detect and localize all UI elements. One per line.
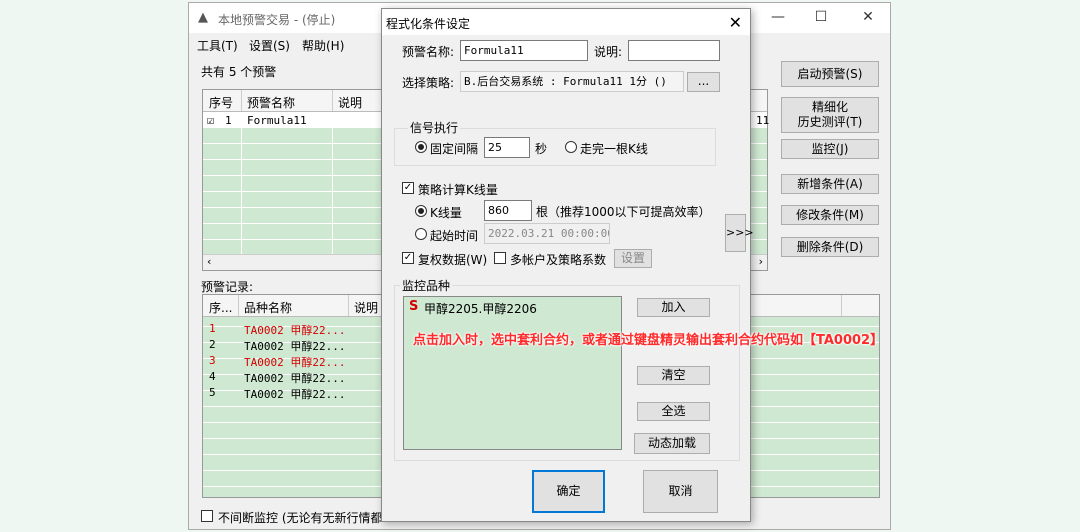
row-clipped-text: 11 <box>756 114 770 127</box>
bar-count-radio[interactable] <box>415 205 427 217</box>
interval-input[interactable]: 25 <box>484 137 530 158</box>
add-symbol-button[interactable]: 加入 <box>637 298 710 317</box>
continuous-monitor-checkbox[interactable] <box>201 510 213 522</box>
record-seq: 5 <box>209 386 216 399</box>
adjust-data-checkbox[interactable]: ✓ <box>402 252 414 264</box>
record-name: TA0002 甲醇22... <box>244 340 346 353</box>
row-seq: 1 <box>225 114 232 127</box>
records-header-seq[interactable]: 序... <box>209 299 232 316</box>
fine-evaluation-button[interactable]: 精细化 历史测评(T) <box>781 97 879 133</box>
alert-name-label: 预警名称: <box>402 45 455 59</box>
strategy-label: 选择策略: <box>402 76 455 90</box>
record-seq: 3 <box>209 354 216 367</box>
description-label: 说明: <box>594 45 623 59</box>
records-header-name[interactable]: 品种名称 <box>244 299 292 316</box>
menu-help[interactable]: 帮助(H) <box>302 37 344 54</box>
close-icon[interactable]: ✕ <box>858 9 878 25</box>
multi-account-checkbox[interactable] <box>494 252 506 264</box>
modify-condition-button[interactable]: 修改条件(M) <box>781 205 879 225</box>
header-seq[interactable]: 序号 <box>209 94 233 111</box>
app-icon: ▲ <box>198 10 208 25</box>
strategy-browse-button[interactable]: ... <box>687 72 720 92</box>
start-time-label: 起始时间 <box>430 229 479 243</box>
finish-bar-radio[interactable] <box>565 141 577 153</box>
monitor-group-label: 监控品种 <box>400 277 453 294</box>
finish-bar-label: 走完一根K线 <box>580 142 648 156</box>
adjust-data-label: 复权数据(W) <box>418 253 488 267</box>
dynamic-load-button[interactable]: 动态加载 <box>634 433 710 454</box>
multi-account-label: 多帐户及策略系数 <box>510 253 607 267</box>
header-desc[interactable]: 说明 <box>338 94 362 111</box>
record-seq: 2 <box>209 338 216 351</box>
table-row[interactable]: 3 TA0002 甲醇22... <box>203 353 403 369</box>
select-all-button[interactable]: 全选 <box>637 402 710 421</box>
record-seq: 1 <box>209 322 216 335</box>
monitor-list[interactable]: S 甲醇2205.甲醇2206 <box>403 296 622 450</box>
clear-button[interactable]: 清空 <box>637 366 710 385</box>
record-name: TA0002 甲醇22... <box>244 388 346 401</box>
dialog-close-icon[interactable]: ✕ <box>729 13 742 32</box>
scroll-left-icon[interactable]: ‹ <box>207 255 211 268</box>
main-title: 本地预警交易 - (停止) <box>218 13 336 27</box>
fine-eval-line2: 历史测评(T) <box>797 115 863 129</box>
scroll-right-icon[interactable]: › <box>759 255 763 268</box>
start-alert-button[interactable]: 启动预警(S) <box>781 61 879 87</box>
expand-button[interactable]: >>> <box>725 214 754 252</box>
start-time-input[interactable]: 2022.03.21 00:00:00 <box>484 223 610 244</box>
settings-button[interactable]: 设置 <box>614 249 652 268</box>
description-input[interactable] <box>628 40 720 61</box>
cancel-button[interactable]: 取消 <box>643 470 718 513</box>
monitor-button[interactable]: 监控(J) <box>781 139 879 159</box>
strategy-bars-checkbox[interactable]: ✓ <box>402 182 414 194</box>
interval-unit: 秒 <box>535 142 548 156</box>
monitor-item[interactable]: 甲醇2205.甲醇2206 <box>424 300 537 317</box>
monitor-item-mark: S <box>409 299 419 314</box>
strategy-bars-label: 策略计算K线量 <box>418 183 498 197</box>
delete-condition-button[interactable]: 删除条件(D) <box>781 237 879 257</box>
tutorial-annotation: 点击加入时，选中套利合约，或者通过键盘精灵输出套利合约代码如【TA0002】 <box>413 333 884 348</box>
signal-group-label: 信号执行 <box>408 119 461 136</box>
record-seq: 4 <box>209 370 216 383</box>
alert-name-input[interactable]: Formula11 <box>460 40 588 61</box>
row-checkbox[interactable]: ☑ <box>207 113 214 127</box>
strategy-field[interactable]: B.后台交易系统 : Formula11 1分 () <box>460 71 684 92</box>
record-name: TA0002 甲醇22... <box>244 356 346 369</box>
add-condition-button[interactable]: 新增条件(A) <box>781 174 879 194</box>
table-row[interactable]: 4 TA0002 甲醇22... <box>203 369 403 385</box>
menu-settings[interactable]: 设置(S) <box>249 37 290 54</box>
records-label: 预警记录: <box>201 280 254 294</box>
row-name: Formula11 <box>247 114 307 127</box>
dialog-titlebar: 程式化条件设定 ✕ <box>382 9 750 35</box>
fixed-interval-radio[interactable] <box>415 141 427 153</box>
menu-tools[interactable]: 工具(T) <box>197 37 238 54</box>
minimize-icon[interactable]: — <box>768 9 788 25</box>
alert-count: 共有 5 个预警 <box>201 65 277 79</box>
fixed-interval-label: 固定间隔 <box>430 142 479 156</box>
start-time-radio[interactable] <box>415 228 427 240</box>
dialog-title: 程式化条件设定 <box>386 17 471 31</box>
continuous-monitor-label: 不间断监控 (无论有无新行情都 <box>218 511 383 525</box>
table-row[interactable]: 1 TA0002 甲醇22... <box>203 321 403 337</box>
fine-eval-line1: 精细化 <box>811 100 848 114</box>
header-name[interactable]: 预警名称 <box>247 94 295 111</box>
record-name: TA0002 甲醇22... <box>244 372 346 385</box>
bar-count-hint: 根（推荐1000以下可提高效率） <box>536 205 711 219</box>
condition-dialog: 程式化条件设定 ✕ 预警名称: Formula11 说明: 选择策略: B.后台… <box>381 8 754 522</box>
table-row[interactable]: 2 TA0002 甲醇22... <box>203 337 403 353</box>
record-name: TA0002 甲醇22... <box>244 324 346 337</box>
table-row[interactable]: 5 TA0002 甲醇22... <box>203 385 403 401</box>
bar-count-label: K线量 <box>430 206 462 220</box>
maximize-icon[interactable]: ☐ <box>811 9 831 25</box>
records-header-desc[interactable]: 说明 <box>354 299 378 316</box>
ok-button[interactable]: 确定 <box>532 470 605 513</box>
bar-count-input[interactable]: 860 <box>484 200 532 221</box>
